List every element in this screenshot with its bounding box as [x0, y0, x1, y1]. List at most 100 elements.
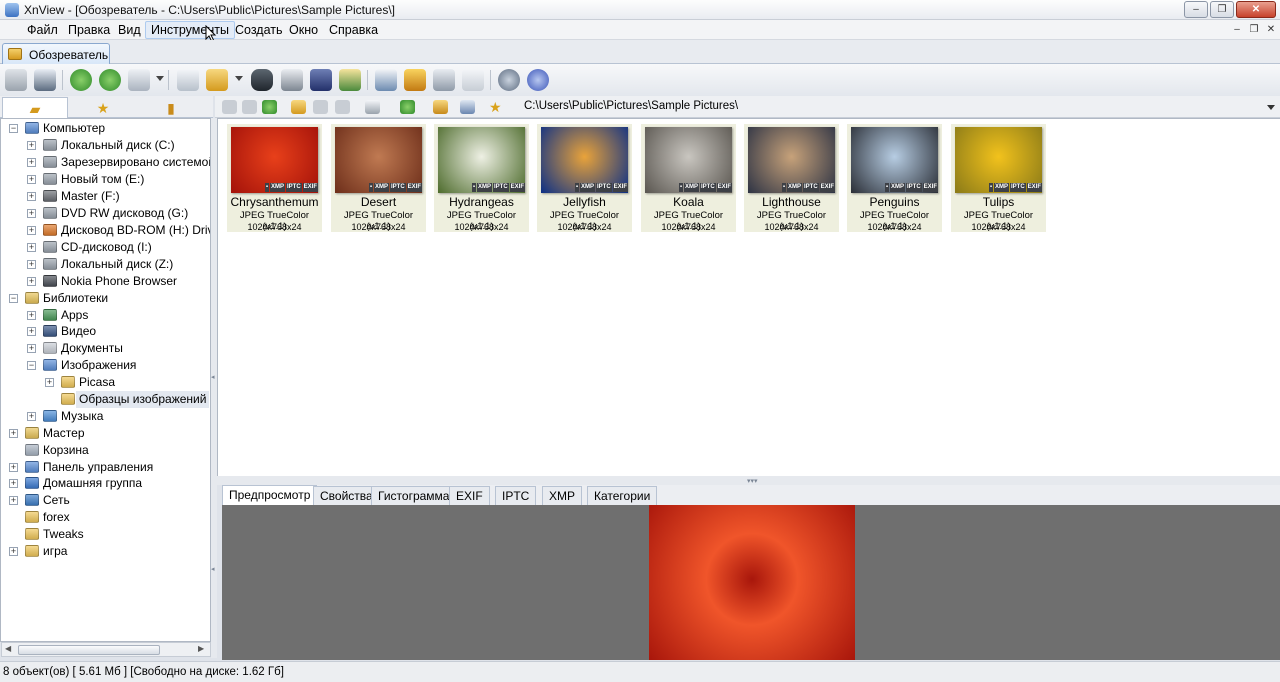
tree-item[interactable]: + CD-дисковод (I:) [1, 239, 210, 256]
wallpaper-icon[interactable] [404, 69, 426, 91]
menu-create[interactable]: Создать [230, 22, 288, 38]
expand-icon[interactable]: + [27, 412, 36, 421]
thumbnail-item[interactable]: ▪ XMP IPTC EXIF Penguins JPEG TrueColor (v1.1… [847, 124, 942, 232]
contact-sheet-icon[interactable] [462, 69, 484, 91]
thumbnail-item[interactable]: ▪ XMP IPTC EXIF Jellyfish JPEG TrueColor (v1.… [537, 124, 632, 232]
back-icon[interactable] [222, 100, 237, 114]
tree-item[interactable]: + Локальный диск (C:) [1, 137, 210, 154]
tree-item[interactable]: + Сеть [1, 492, 210, 509]
rename-icon[interactable] [313, 100, 328, 114]
tree-item[interactable]: Образцы изображений [1, 391, 210, 408]
tab-preview-1[interactable]: Свойства [313, 486, 380, 505]
copy-to-icon[interactable] [177, 69, 199, 91]
tree-item[interactable]: − Библиотеки [1, 290, 210, 307]
tree-item[interactable]: + Домашняя группа [1, 475, 210, 492]
rotate-left-icon[interactable] [70, 69, 92, 91]
tree-item[interactable]: Tweaks [1, 526, 210, 543]
expand-icon[interactable]: + [27, 311, 36, 320]
slideshow-icon[interactable] [339, 69, 361, 91]
tree-item[interactable]: + Документы [1, 340, 210, 357]
scroll-right-icon[interactable]: ▶ [198, 644, 204, 653]
expand-icon[interactable]: + [27, 277, 36, 286]
tree-item[interactable]: + игра [1, 543, 210, 560]
thumbnail-item[interactable]: ▪ XMP IPTC EXIF Desert JPEG TrueColor (v1.1) 1… [331, 124, 426, 232]
forward-icon[interactable] [242, 100, 257, 114]
tab-preview-0[interactable]: Предпросмотр [222, 485, 318, 505]
delete-icon[interactable] [335, 100, 350, 114]
tree-item[interactable]: + Панель управления [1, 459, 210, 476]
tree-item[interactable]: + DVD RW дисковод (G:) [1, 205, 210, 222]
convert-dropdown-icon[interactable] [156, 76, 164, 81]
collapse-icon[interactable]: − [9, 124, 18, 133]
expand-icon[interactable]: + [27, 226, 36, 235]
menu-edit[interactable]: Правка [63, 22, 115, 38]
menu-view[interactable]: Вид [113, 22, 146, 38]
mdi-close-button[interactable]: ✕ [1262, 23, 1280, 37]
path-field[interactable]: C:\Users\Public\Pictures\Sample Pictures… [524, 100, 738, 112]
menu-help[interactable]: Справка [324, 22, 383, 38]
tab-preview-3[interactable]: EXIF [449, 486, 490, 505]
tree-item[interactable]: + Музыка [1, 408, 210, 425]
thumbnail-item[interactable]: ▪ XMP IPTC EXIF Hydrangeas JPEG TrueColor (v1… [434, 124, 529, 232]
tree-item[interactable]: + Зарезервировано системой [1, 154, 210, 171]
tree-item[interactable]: forex [1, 509, 210, 526]
expand-icon[interactable]: + [9, 547, 18, 556]
expand-icon[interactable]: + [27, 141, 36, 150]
sort-icon[interactable] [400, 100, 415, 114]
expand-icon[interactable]: + [9, 479, 18, 488]
expand-icon[interactable]: + [9, 463, 18, 472]
tab-folders[interactable]: ▰ [2, 97, 68, 118]
capture-icon[interactable] [375, 69, 397, 91]
tree-horizontal-scrollbar[interactable]: ◀ ▶ [1, 642, 211, 657]
tree-item[interactable]: Корзина [1, 442, 210, 459]
scanner-icon[interactable] [310, 69, 332, 91]
search-binoculars-icon[interactable] [251, 69, 273, 91]
minimize-button[interactable]: – [1184, 1, 1208, 18]
tree-item[interactable]: + Nokia Phone Browser [1, 273, 210, 290]
tree-item[interactable]: − Компьютер [1, 120, 210, 137]
tree-item[interactable]: + Дисковод BD-ROM (H:) Drive [1, 222, 210, 239]
favorites-star-icon[interactable]: ★ [489, 100, 504, 114]
expand-icon[interactable]: + [27, 175, 36, 184]
maximize-button[interactable]: ❐ [1210, 1, 1234, 18]
close-button[interactable]: ✕ [1236, 1, 1276, 18]
expand-icon[interactable]: + [9, 429, 18, 438]
expand-icon[interactable]: + [27, 327, 36, 336]
thumbnail-item[interactable]: ▪ XMP IPTC EXIF Tulips JPEG TrueColor (v1.1) 1… [951, 124, 1046, 232]
expand-icon[interactable]: + [45, 378, 54, 387]
scroll-left-icon[interactable]: ◀ [5, 644, 11, 653]
refresh-icon[interactable] [460, 100, 475, 114]
tree-item[interactable]: + Master (F:) [1, 188, 210, 205]
thumbnail-item[interactable]: ▪ XMP IPTC EXIF Koala JPEG TrueColor (v1.1) 10… [641, 124, 736, 232]
expand-icon[interactable]: + [9, 496, 18, 505]
tab-preview-4[interactable]: IPTC [495, 486, 537, 505]
tree-item[interactable]: + Мастер [1, 425, 210, 442]
move-to-icon[interactable] [206, 69, 228, 91]
tab-preview-2[interactable]: Гистограмма [371, 486, 457, 505]
collapse-icon[interactable]: − [9, 294, 18, 303]
web-page-icon[interactable] [433, 69, 455, 91]
print-icon[interactable] [281, 69, 303, 91]
tab-favorites[interactable]: ★ [70, 97, 136, 118]
menu-window[interactable]: Окно [284, 22, 323, 38]
expand-icon[interactable]: + [27, 243, 36, 252]
thumbnail-item[interactable]: ▪ XMP IPTC EXIF Lighthouse JPEG TrueColor (v1… [744, 124, 839, 232]
tab-preview-6[interactable]: Категории [587, 486, 658, 505]
mdi-restore-button[interactable]: ❐ [1245, 23, 1263, 37]
new-folder-icon[interactable] [291, 100, 306, 114]
mdi-minimize-button[interactable]: – [1228, 23, 1246, 37]
expand-icon[interactable]: + [27, 209, 36, 218]
menu-file[interactable]: Файл [22, 22, 63, 38]
expand-icon[interactable]: + [27, 260, 36, 269]
info-icon[interactable] [527, 69, 549, 91]
view-mode-icon[interactable] [365, 100, 380, 114]
expand-icon[interactable]: + [27, 158, 36, 167]
tree-item[interactable]: + Picasa [1, 374, 210, 391]
expand-icon[interactable]: + [27, 344, 36, 353]
browser-mode-icon[interactable] [5, 69, 27, 91]
tree-item[interactable]: + Apps [1, 307, 210, 324]
tree-item[interactable]: + Локальный диск (Z:) [1, 256, 210, 273]
collapse-icon[interactable]: − [27, 361, 36, 370]
menu-tools[interactable]: Инструменты [145, 21, 235, 39]
settings-gear-icon[interactable] [498, 69, 520, 91]
